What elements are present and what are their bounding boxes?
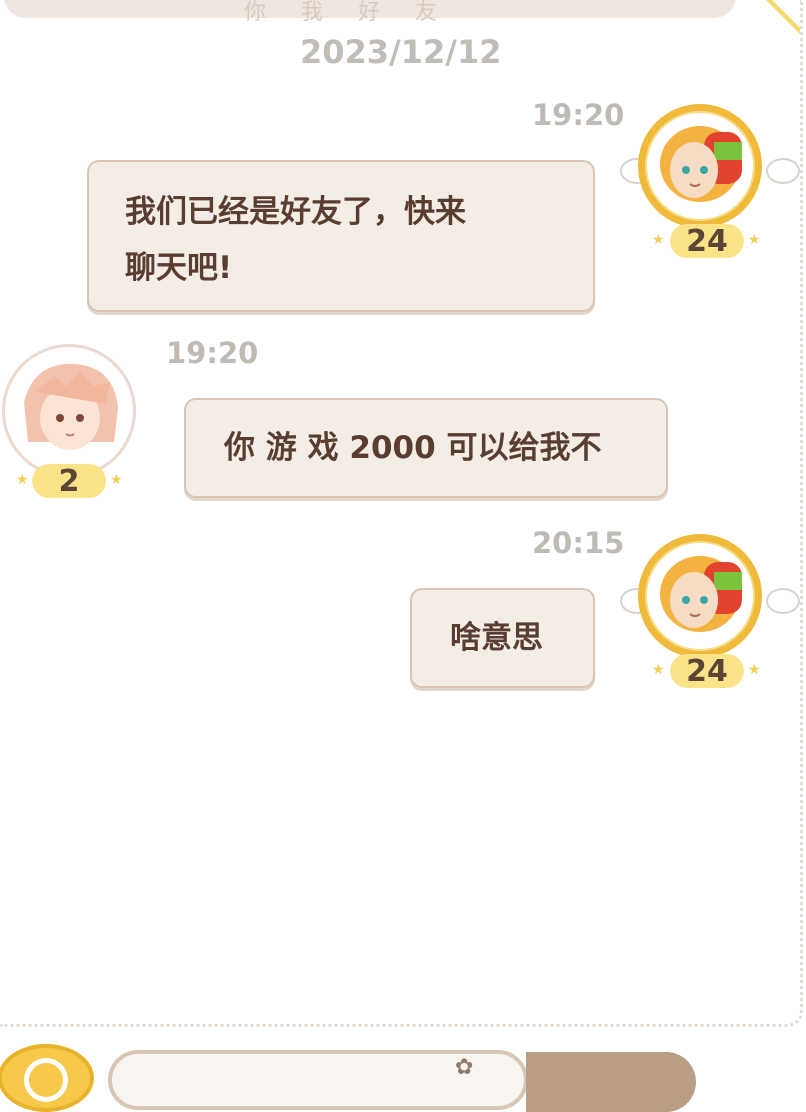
boy-character-icon — [24, 363, 118, 450]
search-icon[interactable] — [0, 1044, 94, 1112]
message-time: 19:20 — [166, 336, 259, 370]
message-time: 20:15 — [532, 526, 625, 560]
chat-header-title: 你 我 好 友 — [244, 0, 451, 25]
search-icon-glyph — [24, 1058, 68, 1102]
message-text: 啥意思 — [450, 620, 543, 656]
self-avatar[interactable]: 24 ★ ★ — [620, 530, 800, 689]
self-avatar[interactable]: 24 ★ ★ — [620, 100, 800, 259]
star-icon: ★ — [110, 472, 123, 488]
chat-date: 2023/12/12 — [300, 33, 502, 71]
message-text-line: 我们已经是好友了，快来 — [125, 194, 466, 230]
wing-icon — [766, 158, 800, 184]
message-text: 你 游 戏 2000 可以给我不 — [224, 430, 602, 466]
level-badge: 24 — [670, 224, 744, 259]
message-time: 19:20 — [532, 98, 625, 132]
message-bubble-friend: 你 游 戏 2000 可以给我不 — [184, 398, 668, 498]
star-icon: ★ — [748, 662, 761, 678]
friend-avatar[interactable]: 2 ★ ★ — [0, 342, 140, 499]
star-icon: ★ — [652, 662, 665, 678]
message-text-line: 聊天吧! — [125, 250, 233, 286]
flower-icon[interactable]: ✿ — [455, 1055, 473, 1080]
star-icon: ★ — [748, 232, 761, 248]
level-badge: 24 — [670, 654, 744, 689]
taco-character-icon — [660, 126, 742, 202]
corner-decoration-inner — [772, 0, 800, 28]
star-icon: ★ — [652, 232, 665, 248]
star-icon: ★ — [16, 472, 29, 488]
message-bubble-self: 啥意思 — [410, 588, 595, 688]
message-bubble-self: 我们已经是好友了，快来 聊天吧! — [87, 160, 595, 312]
send-button[interactable] — [526, 1052, 696, 1112]
chat-panel: 你 我 好 友 2023/12/12 19:20 我们已经是好友了，快来 聊天吧… — [0, 0, 803, 1027]
taco-character-icon — [660, 556, 742, 632]
chat-header-bar: 你 我 好 友 — [4, 0, 736, 25]
level-badge: 2 — [32, 464, 106, 499]
wing-icon — [766, 588, 800, 614]
